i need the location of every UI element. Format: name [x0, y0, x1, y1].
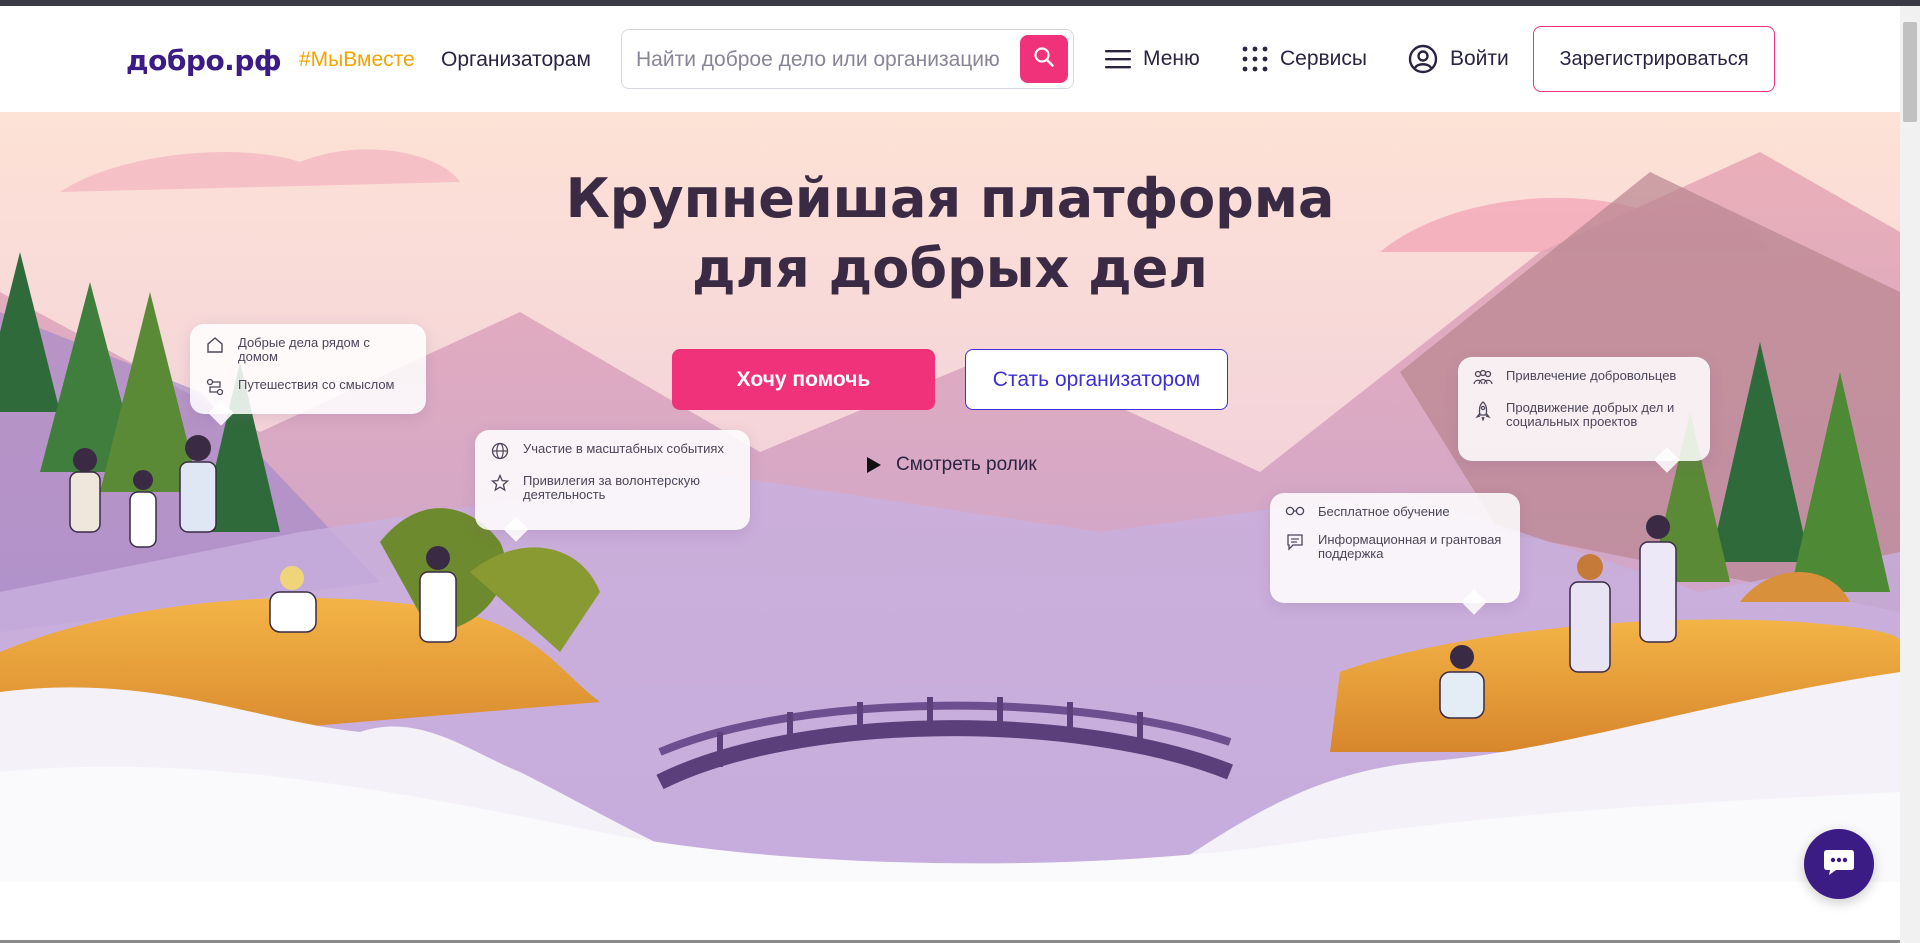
bubble-text: Привилегия за волонтерскую деятельность — [523, 473, 700, 502]
message-icon — [1284, 533, 1306, 551]
search-box — [621, 29, 1074, 89]
services-label: Сервисы — [1280, 47, 1368, 70]
grid-dots-icon — [1242, 46, 1268, 72]
rocket-icon — [1472, 401, 1494, 421]
bubble-text: Добрые дела рядом с домом — [238, 335, 370, 364]
services-button[interactable]: Сервисы — [1242, 43, 1367, 75]
bubble-text: Бесплатное обучение — [1318, 504, 1450, 519]
people-icon — [1472, 369, 1494, 387]
hero-title-line2: для добрых дел — [692, 237, 1208, 300]
mywmeste-link[interactable]: #МыВместе — [299, 48, 415, 72]
feature-bubble-support: Бесплатное обучение Информационная и гра… — [1270, 493, 1520, 615]
want-to-help-button[interactable]: Хочу помочь — [672, 349, 935, 410]
bubble-row: Путешествия со смыслом — [204, 378, 412, 396]
feature-bubble-events: Участие в масштабных событиях Привилегия… — [475, 430, 750, 542]
page-scrollbar[interactable] — [1900, 6, 1920, 943]
bubble-row: Бесплатное обучение — [1284, 505, 1506, 519]
organizers-link[interactable]: Организаторам — [441, 48, 591, 72]
watch-video-button[interactable]: Смотреть ролик — [866, 450, 1037, 480]
become-organizer-button[interactable]: Стать организатором — [965, 349, 1228, 410]
home-icon — [204, 336, 226, 354]
bubble-text: Продвижение добрых дел и социальных прое… — [1506, 400, 1675, 429]
login-button[interactable]: Войти — [1408, 43, 1509, 75]
site-logo[interactable]: добро.рф — [126, 44, 282, 77]
watch-video-label: Смотреть ролик — [896, 454, 1037, 475]
bubble-row: Информационная и грантовая поддержка — [1284, 533, 1506, 561]
search-input[interactable] — [636, 44, 1014, 76]
bubble-row: Добрые дела рядом с домом — [204, 336, 412, 364]
bubble-text: Участие в масштабных событиях — [523, 441, 724, 456]
login-label: Войти — [1450, 47, 1509, 70]
bubble-row: Участие в масштабных событиях — [489, 442, 736, 460]
site-header: добро.рф #МыВместе Организаторам Меню Се… — [0, 6, 1900, 112]
hero-title: Крупнейшая платформа для добрых дел — [0, 164, 1900, 304]
menu-label: Меню — [1143, 47, 1200, 70]
bubble-text: Информационная и грантовая поддержка — [1318, 532, 1502, 561]
hero-title-line1: Крупнейшая платформа — [565, 167, 1335, 230]
bubble-row: Привилегия за волонтерскую деятельность — [489, 474, 736, 502]
feature-bubble-volunteers: Добрые дела рядом с домом Путешествия со… — [190, 324, 426, 426]
register-button[interactable]: Зарегистрироваться — [1533, 26, 1775, 92]
hero-section: Крупнейшая платформа для добрых дел Хочу… — [0, 112, 1900, 882]
search-icon — [1033, 46, 1055, 73]
bubble-text: Путешествия со смыслом — [238, 377, 395, 392]
glasses-icon — [1284, 505, 1306, 517]
chat-icon — [1822, 847, 1856, 882]
user-circle-icon — [1408, 44, 1438, 74]
search-button[interactable] — [1020, 35, 1068, 83]
bubble-row: Привлечение добровольцев — [1472, 369, 1696, 387]
feature-bubble-organizers: Привлечение добровольцев Продвижение доб… — [1458, 357, 1710, 473]
menu-button[interactable]: Меню — [1105, 43, 1200, 75]
scrollbar-thumb[interactable] — [1903, 22, 1917, 122]
hamburger-icon — [1105, 49, 1131, 69]
bubble-row: Продвижение добрых дел и социальных прое… — [1472, 401, 1696, 429]
chat-button[interactable] — [1804, 829, 1874, 899]
play-icon — [866, 456, 882, 474]
star-icon — [489, 474, 511, 492]
globe-icon — [489, 442, 511, 460]
logo-text: добро.рф — [126, 44, 282, 77]
bubble-text: Привлечение добровольцев — [1506, 368, 1677, 383]
route-icon — [204, 378, 226, 396]
